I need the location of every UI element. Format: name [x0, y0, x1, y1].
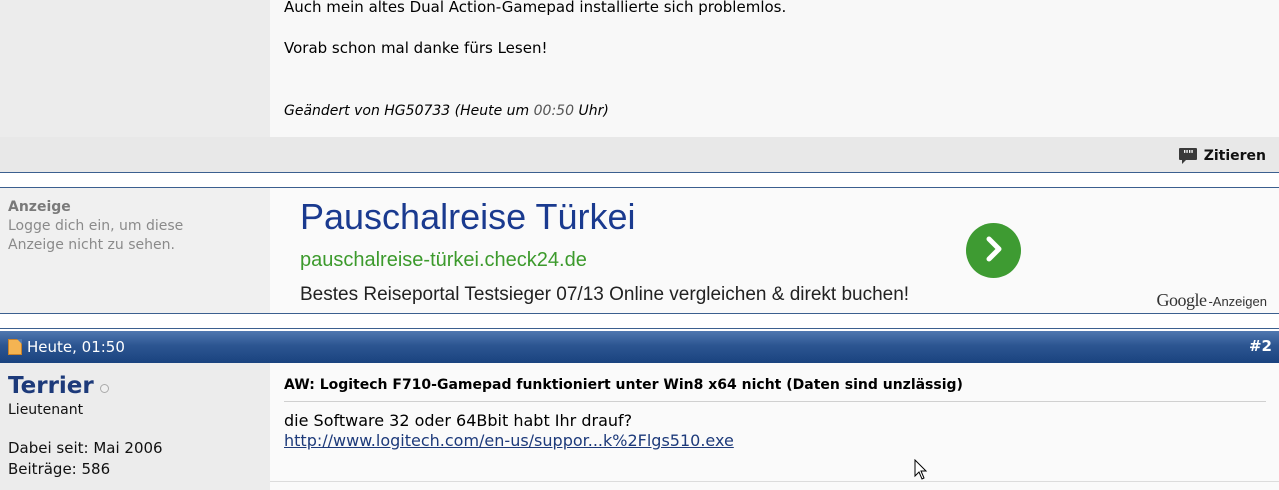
ad-go-button[interactable]	[966, 223, 1021, 278]
ad-title-link[interactable]: Pauschalreise Türkei	[300, 196, 636, 238]
post-1: Auch mein altes Dual Action-Gamepad inst…	[0, 0, 1279, 137]
offline-status-icon	[99, 383, 109, 393]
ad-login-hint: Logge dich ein, um diese Anzeige nicht z…	[8, 218, 184, 253]
post-2-date: Heute, 01:50	[8, 338, 125, 356]
ad-content[interactable]: Pauschalreise Türkei pauschalreise-türke…	[270, 188, 1279, 313]
edited-note: Geändert von HG50733 (Heute um 00:50 Uhr…	[284, 103, 609, 119]
logitech-download-link[interactable]: http://www.logitech.com/en-us/suppor...k…	[284, 431, 734, 450]
edited-time: 00:50	[533, 103, 574, 119]
google-ads-link[interactable]: Google -Anzeigen	[1156, 290, 1267, 311]
post-2-bottom-line	[270, 481, 1279, 482]
divider	[0, 313, 1279, 314]
post-2-title: AW: Logitech F710-Gamepad funktioniert u…	[284, 377, 963, 393]
username-link[interactable]: Terrier	[8, 373, 94, 399]
document-icon	[8, 339, 22, 355]
divider	[0, 172, 1279, 173]
ad-description: Bestes Reiseportal Testsieger 07/13 Onli…	[300, 284, 910, 305]
post-1-text-line: Auch mein altes Dual Action-Gamepad inst…	[284, 0, 787, 16]
user-info: Terrier	[8, 373, 109, 399]
quote-button-label: Zitieren	[1203, 148, 1266, 164]
post-2: Terrier Lieutenant Dabei seit: Mai 2006 …	[0, 363, 1279, 490]
post-1-content: Auch mein altes Dual Action-Gamepad inst…	[270, 0, 1279, 137]
quote-button[interactable]: " " Zitieren	[1178, 147, 1266, 165]
post-1-footer: " " Zitieren	[0, 137, 1279, 172]
post-2-date-text: Heute, 01:50	[27, 338, 125, 356]
post-2-body: die Software 32 oder 64Bbit habt Ihr dra…	[284, 411, 734, 451]
post-2-text: die Software 32 oder 64Bbit habt Ihr dra…	[284, 411, 633, 430]
user-post-count: Beiträge: 586	[8, 460, 111, 478]
google-logo: Google	[1156, 290, 1207, 310]
title-separator	[284, 401, 1266, 402]
user-join-date: Dabei seit: Mai 2006	[8, 439, 163, 457]
ad-url-link[interactable]: pauschalreise-türkei.check24.de	[300, 249, 587, 272]
ad-heading: Anzeige	[8, 199, 71, 215]
mouse-cursor-icon	[914, 458, 928, 485]
post-permalink[interactable]: #2	[1249, 337, 1272, 355]
chevron-right-icon	[983, 236, 1005, 266]
ad-sidebar: Anzeige Logge dich ein, um diese Anzeige…	[0, 188, 270, 313]
ad-block: Anzeige Logge dich ein, um diese Anzeige…	[0, 188, 1279, 313]
post-1-text-line: Vorab schon mal danke fürs Lesen!	[284, 39, 548, 57]
post-1-sidebar	[0, 0, 270, 137]
edited-prefix: Geändert von HG50733 (Heute um	[284, 103, 534, 119]
svg-text:": "	[1188, 148, 1194, 161]
post-2-header: Heute, 01:50 #2	[0, 331, 1279, 363]
quote-bubble-icon: " "	[1178, 147, 1198, 165]
google-ads-label: -Anzeigen	[1208, 294, 1267, 309]
user-rank: Lieutenant	[8, 402, 84, 418]
post-2-content: AW: Logitech F710-Gamepad funktioniert u…	[270, 363, 1279, 490]
divider	[0, 328, 1279, 329]
post-2-sidebar: Terrier Lieutenant Dabei seit: Mai 2006 …	[0, 363, 270, 490]
edited-suffix: Uhr)	[574, 103, 609, 119]
